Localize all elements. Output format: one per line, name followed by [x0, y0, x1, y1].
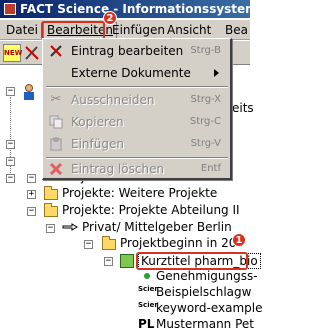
window-title: FACT Science - Informationssystem für F: [20, 2, 250, 16]
menu-kopieren[interactable]: Kopieren Strg-C: [45, 112, 229, 132]
callout-1: 1: [232, 233, 246, 247]
menu-separator: [46, 86, 228, 88]
status-dot-icon: [144, 273, 150, 279]
new-button[interactable]: NEW: [3, 44, 22, 62]
scier-badge-icon: Scier: [138, 285, 158, 293]
menu-ansicht[interactable]: Ansicht: [164, 22, 214, 39]
project-icon: [120, 254, 134, 268]
scier-badge-icon: Scier: [138, 301, 158, 309]
menu-eintrag-loeschen[interactable]: Eintrag löschen Entf: [45, 159, 229, 179]
collapse-icon[interactable]: −: [27, 207, 36, 216]
folder-open-icon: [102, 236, 116, 250]
collapse-icon[interactable]: −: [6, 87, 15, 96]
hand-pointer-icon: [62, 221, 78, 233]
collapse-icon[interactable]: −: [46, 224, 55, 233]
menu-ausschneiden[interactable]: ✂ Ausschneiden Strg-X: [45, 90, 229, 110]
collapse-icon[interactable]: −: [6, 157, 15, 166]
delete-x-icon: [49, 162, 63, 176]
tree-item-weitere-projekte[interactable]: Projekte: Weitere Projekte: [62, 186, 217, 200]
tree-item-keyword-example[interactable]: keyword-example: [156, 301, 262, 315]
menu-einfuegen-item[interactable]: Einfügen Strg-V: [45, 134, 229, 154]
tree-item-abteilung-ii[interactable]: Projekte: Projekte Abteilung II: [62, 203, 240, 217]
tree-item-mustermann[interactable]: Mustermann Pet: [156, 317, 254, 329]
title-bar: FACT Science - Informationssystem für F: [0, 0, 250, 18]
collapse-icon[interactable]: −: [27, 174, 36, 183]
bearbeiten-dropdown: Eintrag bearbeiten Strg-B Externe Dokume…: [42, 38, 232, 180]
tree-item-projektbeginn[interactable]: Projektbeginn in 200: [120, 236, 244, 250]
app-icon: [4, 3, 16, 15]
collapse-icon[interactable]: −: [6, 140, 15, 149]
scissors-icon: ✂: [50, 92, 62, 107]
tree-item-privat-mittelgeber[interactable]: Privat/ Mittelgeber Berlin: [82, 220, 232, 234]
collapse-icon[interactable]: −: [104, 257, 113, 266]
folder-icon: [44, 186, 58, 200]
menu-bea[interactable]: Bea: [222, 22, 251, 39]
menu-eintrag-bearbeiten[interactable]: Eintrag bearbeiten Strg-B: [45, 41, 229, 61]
menu-datei[interactable]: Datei: [3, 22, 41, 39]
highlight-selected-item: [136, 252, 248, 270]
edit-pencil-icon: [49, 44, 63, 58]
menu-einfuegen[interactable]: Einfügen: [109, 22, 168, 39]
hidden-row-suffix: eits: [232, 101, 254, 115]
edit-tool-icon[interactable]: [23, 44, 41, 62]
folder-open-icon: [44, 203, 58, 217]
submenu-arrow-icon: [214, 69, 219, 77]
callout-2: 2: [103, 11, 117, 25]
person-icon: [22, 84, 36, 100]
expand-icon[interactable]: +: [27, 190, 36, 199]
collapse-icon[interactable]: −: [6, 174, 15, 183]
menu-externe-dokumente[interactable]: Externe Dokumente: [45, 63, 229, 83]
paste-icon: [49, 137, 63, 151]
tree-item-beispielschlagwort[interactable]: Beispielschlagw: [156, 285, 251, 299]
pl-badge-icon: PL: [138, 317, 155, 329]
copy-icon: [49, 115, 63, 129]
menu-bar: Datei Bearbeiten Einfügen Ansicht Bea: [0, 20, 250, 40]
tree-item-genehmigung[interactable]: Genehmigungss-: [156, 269, 258, 283]
collapse-icon[interactable]: −: [84, 240, 93, 249]
